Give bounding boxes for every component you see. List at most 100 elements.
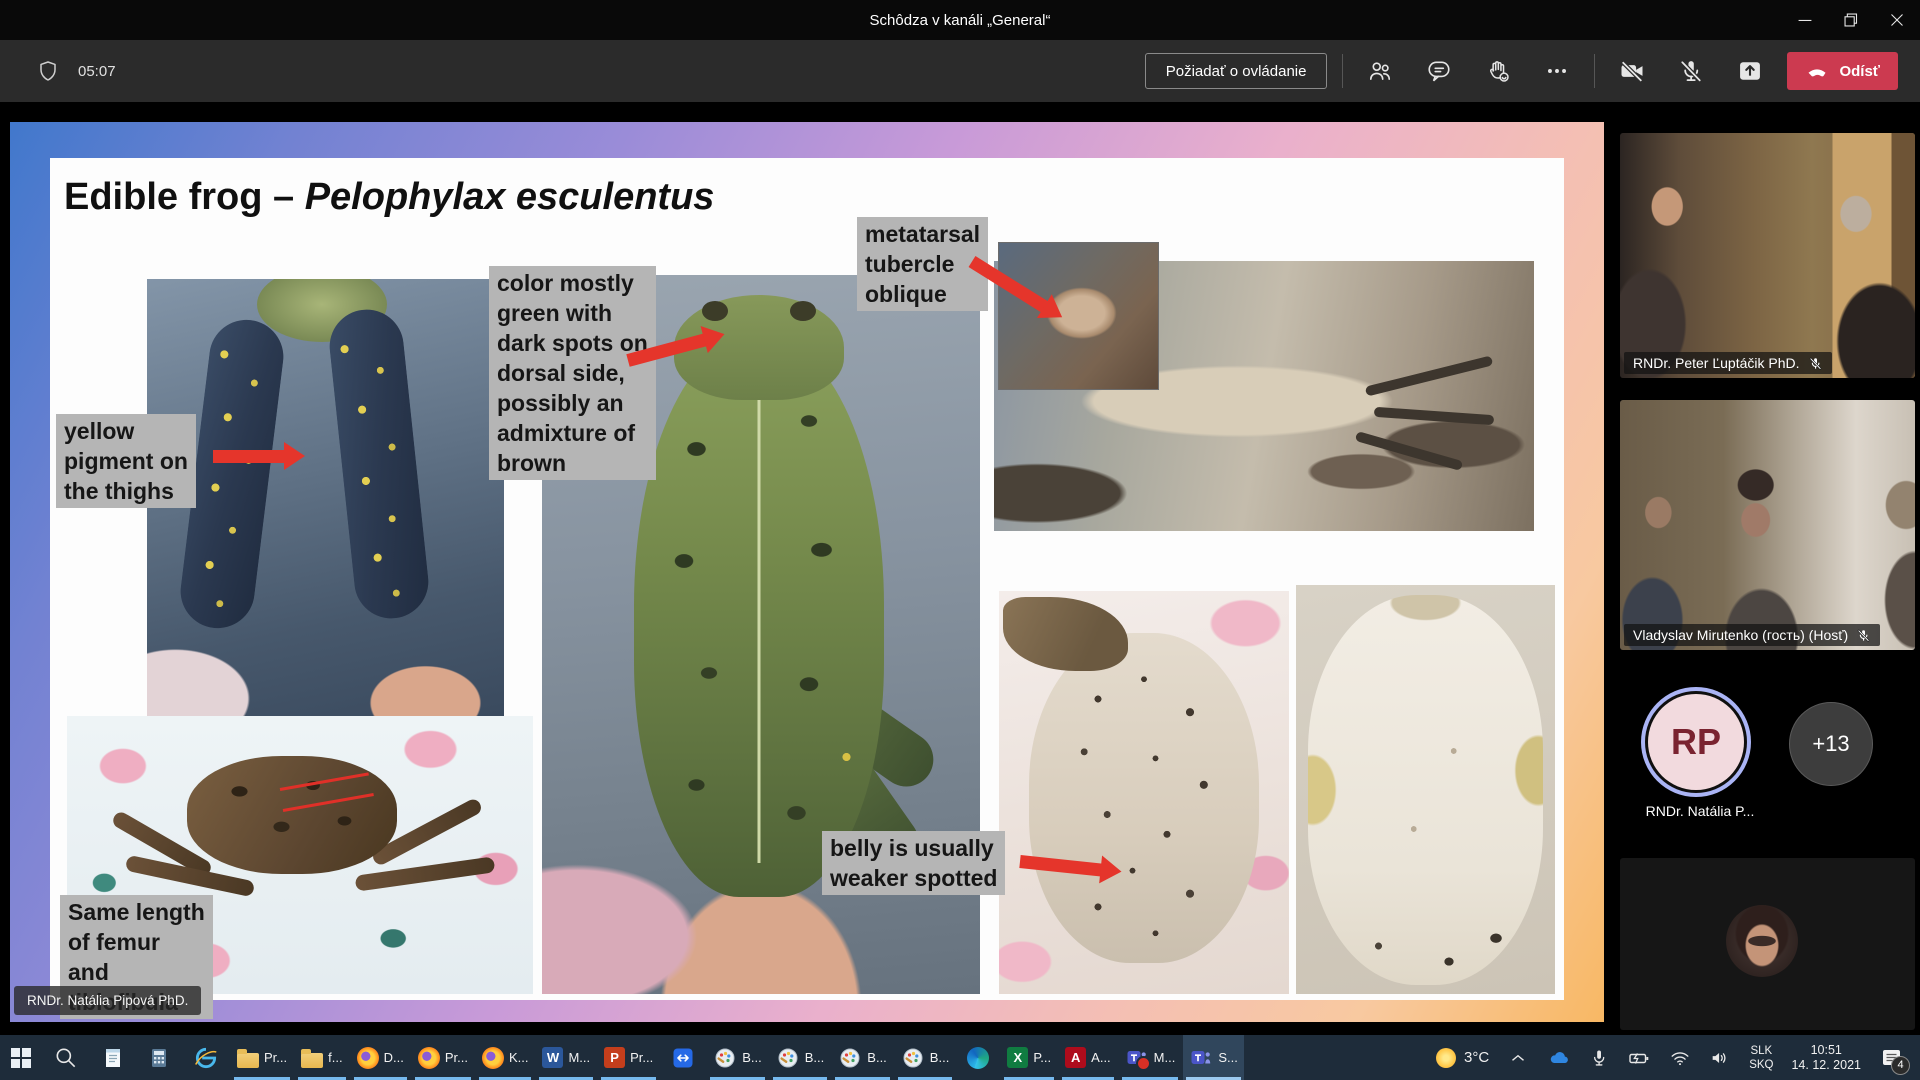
taskbar-item-firefox-1[interactable]: D... — [351, 1035, 410, 1080]
request-control-button[interactable]: Požiadať o ovládanie — [1145, 53, 1328, 89]
frog-head-art — [1003, 597, 1128, 671]
shield-icon — [36, 59, 60, 83]
video-tile-participant4[interactable] — [1620, 858, 1915, 1030]
paint-icon — [901, 1046, 925, 1070]
chat-icon — [1426, 58, 1452, 84]
audio-participants-row: RP +13 RNDr. Natália P... — [1620, 675, 1915, 858]
mic-off-button[interactable] — [1669, 50, 1713, 92]
video-tile-participant2[interactable]: Vladyslav Mirutenko (гость) (Hosť) — [1620, 400, 1915, 650]
taskbar-item-teams-2[interactable]: S... — [1183, 1035, 1244, 1080]
close-icon — [1886, 9, 1908, 31]
taskbar-item-teamviewer[interactable] — [661, 1035, 705, 1080]
sun-icon — [1436, 1048, 1456, 1068]
window-titlebar: Schôdza v kanáli „General“ — [0, 0, 1920, 40]
taskbar-item-firefox-2[interactable]: Pr... — [412, 1035, 474, 1080]
taskbar-item-calculator[interactable] — [137, 1035, 181, 1080]
temperature: 3°C — [1464, 1049, 1489, 1066]
tray-overflow-button[interactable] — [1500, 1035, 1536, 1080]
onedrive-tray-icon[interactable] — [1540, 1035, 1578, 1080]
notification-badge: 4 — [1891, 1056, 1910, 1075]
edge-icon — [967, 1047, 989, 1069]
annotation-belly: belly is usually weaker spotted — [822, 831, 1005, 895]
system-tray: 3°C SLK SKQ — [1429, 1035, 1920, 1080]
minimize-icon — [1794, 9, 1816, 31]
taskbar-item-internet-explorer[interactable] — [183, 1035, 229, 1080]
leave-button-label: Odísť — [1839, 63, 1880, 80]
frog-body-art — [634, 337, 884, 897]
restore-icon — [1840, 9, 1862, 31]
video-feed-art — [1620, 400, 1915, 650]
more-options-button[interactable] — [1535, 50, 1579, 92]
battery-tray-icon[interactable] — [1620, 1035, 1658, 1080]
mic-tray-icon[interactable] — [1582, 1035, 1616, 1080]
photo-belly-plain — [1296, 585, 1555, 994]
taskbar-item-teams-1[interactable]: M... — [1119, 1035, 1182, 1080]
participant-name: RNDr. Natália P... — [1620, 803, 1780, 819]
overflow-count: +13 — [1812, 731, 1849, 757]
taskbar-item-notepad[interactable] — [91, 1035, 135, 1080]
taskbar-item-firefox-3[interactable]: K... — [476, 1035, 535, 1080]
volume-tray-icon[interactable] — [1702, 1035, 1738, 1080]
participants-icon — [1367, 58, 1393, 84]
restore-button[interactable] — [1828, 0, 1874, 40]
minimize-button[interactable] — [1782, 0, 1828, 40]
battery-charging-icon — [1627, 1046, 1651, 1070]
camera-off-button[interactable] — [1610, 50, 1654, 92]
firefox-icon — [482, 1047, 504, 1069]
participants-button[interactable] — [1358, 50, 1402, 92]
video-tile-participant1[interactable]: RNDr. Peter Ľuptáčik PhD. — [1620, 133, 1915, 378]
start-button[interactable] — [1, 1035, 41, 1080]
wifi-tray-icon[interactable] — [1662, 1035, 1698, 1080]
taskbar-item-paint-1[interactable]: B... — [707, 1035, 768, 1080]
taskbar-item-folder-1[interactable]: Pr... — [231, 1035, 293, 1080]
presenter-name-label: RNDr. Natália Pipová PhD. — [14, 986, 201, 1015]
reactions-button[interactable] — [1476, 50, 1520, 92]
taskbar-item-powerpoint[interactable]: Pr... — [598, 1035, 659, 1080]
red-arrow — [213, 450, 285, 463]
slide-title-species: Pelophylax esculentus — [305, 176, 715, 218]
taskbar-item-acrobat[interactable]: A... — [1059, 1035, 1117, 1080]
taskbar-item-edge[interactable] — [957, 1035, 999, 1080]
teamviewer-icon — [671, 1046, 695, 1070]
overflow-participants-button[interactable]: +13 — [1789, 702, 1873, 786]
notification-center-button[interactable]: 4 — [1872, 1035, 1912, 1080]
taskbar-item-paint-4[interactable]: B... — [895, 1035, 956, 1080]
taskbar-item-word[interactable]: M... — [536, 1035, 596, 1080]
meeting-controls: Požiadať o ovládanie — [1145, 50, 1920, 92]
tray-time: 10:51 — [1811, 1043, 1842, 1058]
clock[interactable]: 10:51 14. 12. 2021 — [1784, 1035, 1868, 1080]
taskbar-item-paint-2[interactable]: B... — [770, 1035, 831, 1080]
participant-name: RNDr. Peter Ľuptáčik PhD. — [1633, 355, 1800, 371]
share-button[interactable] — [1728, 50, 1772, 92]
firefox-icon — [357, 1047, 379, 1069]
avatar[interactable]: RP — [1648, 694, 1744, 790]
close-button[interactable] — [1874, 0, 1920, 40]
chevron-up-icon — [1507, 1047, 1529, 1069]
meeting-toolbar: 05:07 Požiadať o ovládanie — [0, 40, 1920, 102]
meeting-stage: Edible frog – Pelophylax esculentus — [0, 102, 1920, 1035]
internet-explorer-icon — [193, 1045, 219, 1071]
weather-widget[interactable]: 3°C — [1429, 1035, 1496, 1080]
hangup-icon — [1805, 59, 1829, 83]
window-controls — [1782, 0, 1920, 40]
toolbar-divider — [1594, 54, 1595, 88]
taskbar-item-excel[interactable]: P... — [1001, 1035, 1057, 1080]
powerpoint-icon — [604, 1047, 625, 1068]
taskbar-item-paint-3[interactable]: B... — [832, 1035, 893, 1080]
more-options-icon — [1544, 58, 1570, 84]
photo-belly-spotted — [999, 591, 1289, 994]
notepad-icon — [101, 1046, 125, 1070]
slide-title: Edible frog – Pelophylax esculentus — [64, 176, 714, 219]
language-switcher[interactable]: SLK SKQ — [1742, 1035, 1780, 1080]
speaker-icon — [1709, 1047, 1731, 1069]
cloud-icon — [1547, 1046, 1571, 1070]
chat-button[interactable] — [1417, 50, 1461, 92]
mic-off-icon — [1677, 57, 1705, 85]
participant-name: Vladyslav Mirutenko (гость) (Hosť) — [1633, 627, 1848, 643]
leave-button[interactable]: Odísť — [1787, 52, 1898, 90]
frog-belly-art — [1029, 633, 1259, 963]
acrobat-icon — [1065, 1047, 1086, 1068]
search-button[interactable] — [43, 1035, 89, 1080]
taskbar-item-folder-2[interactable]: f... — [295, 1035, 348, 1080]
presentation-slide: Edible frog – Pelophylax esculentus — [50, 158, 1564, 1000]
